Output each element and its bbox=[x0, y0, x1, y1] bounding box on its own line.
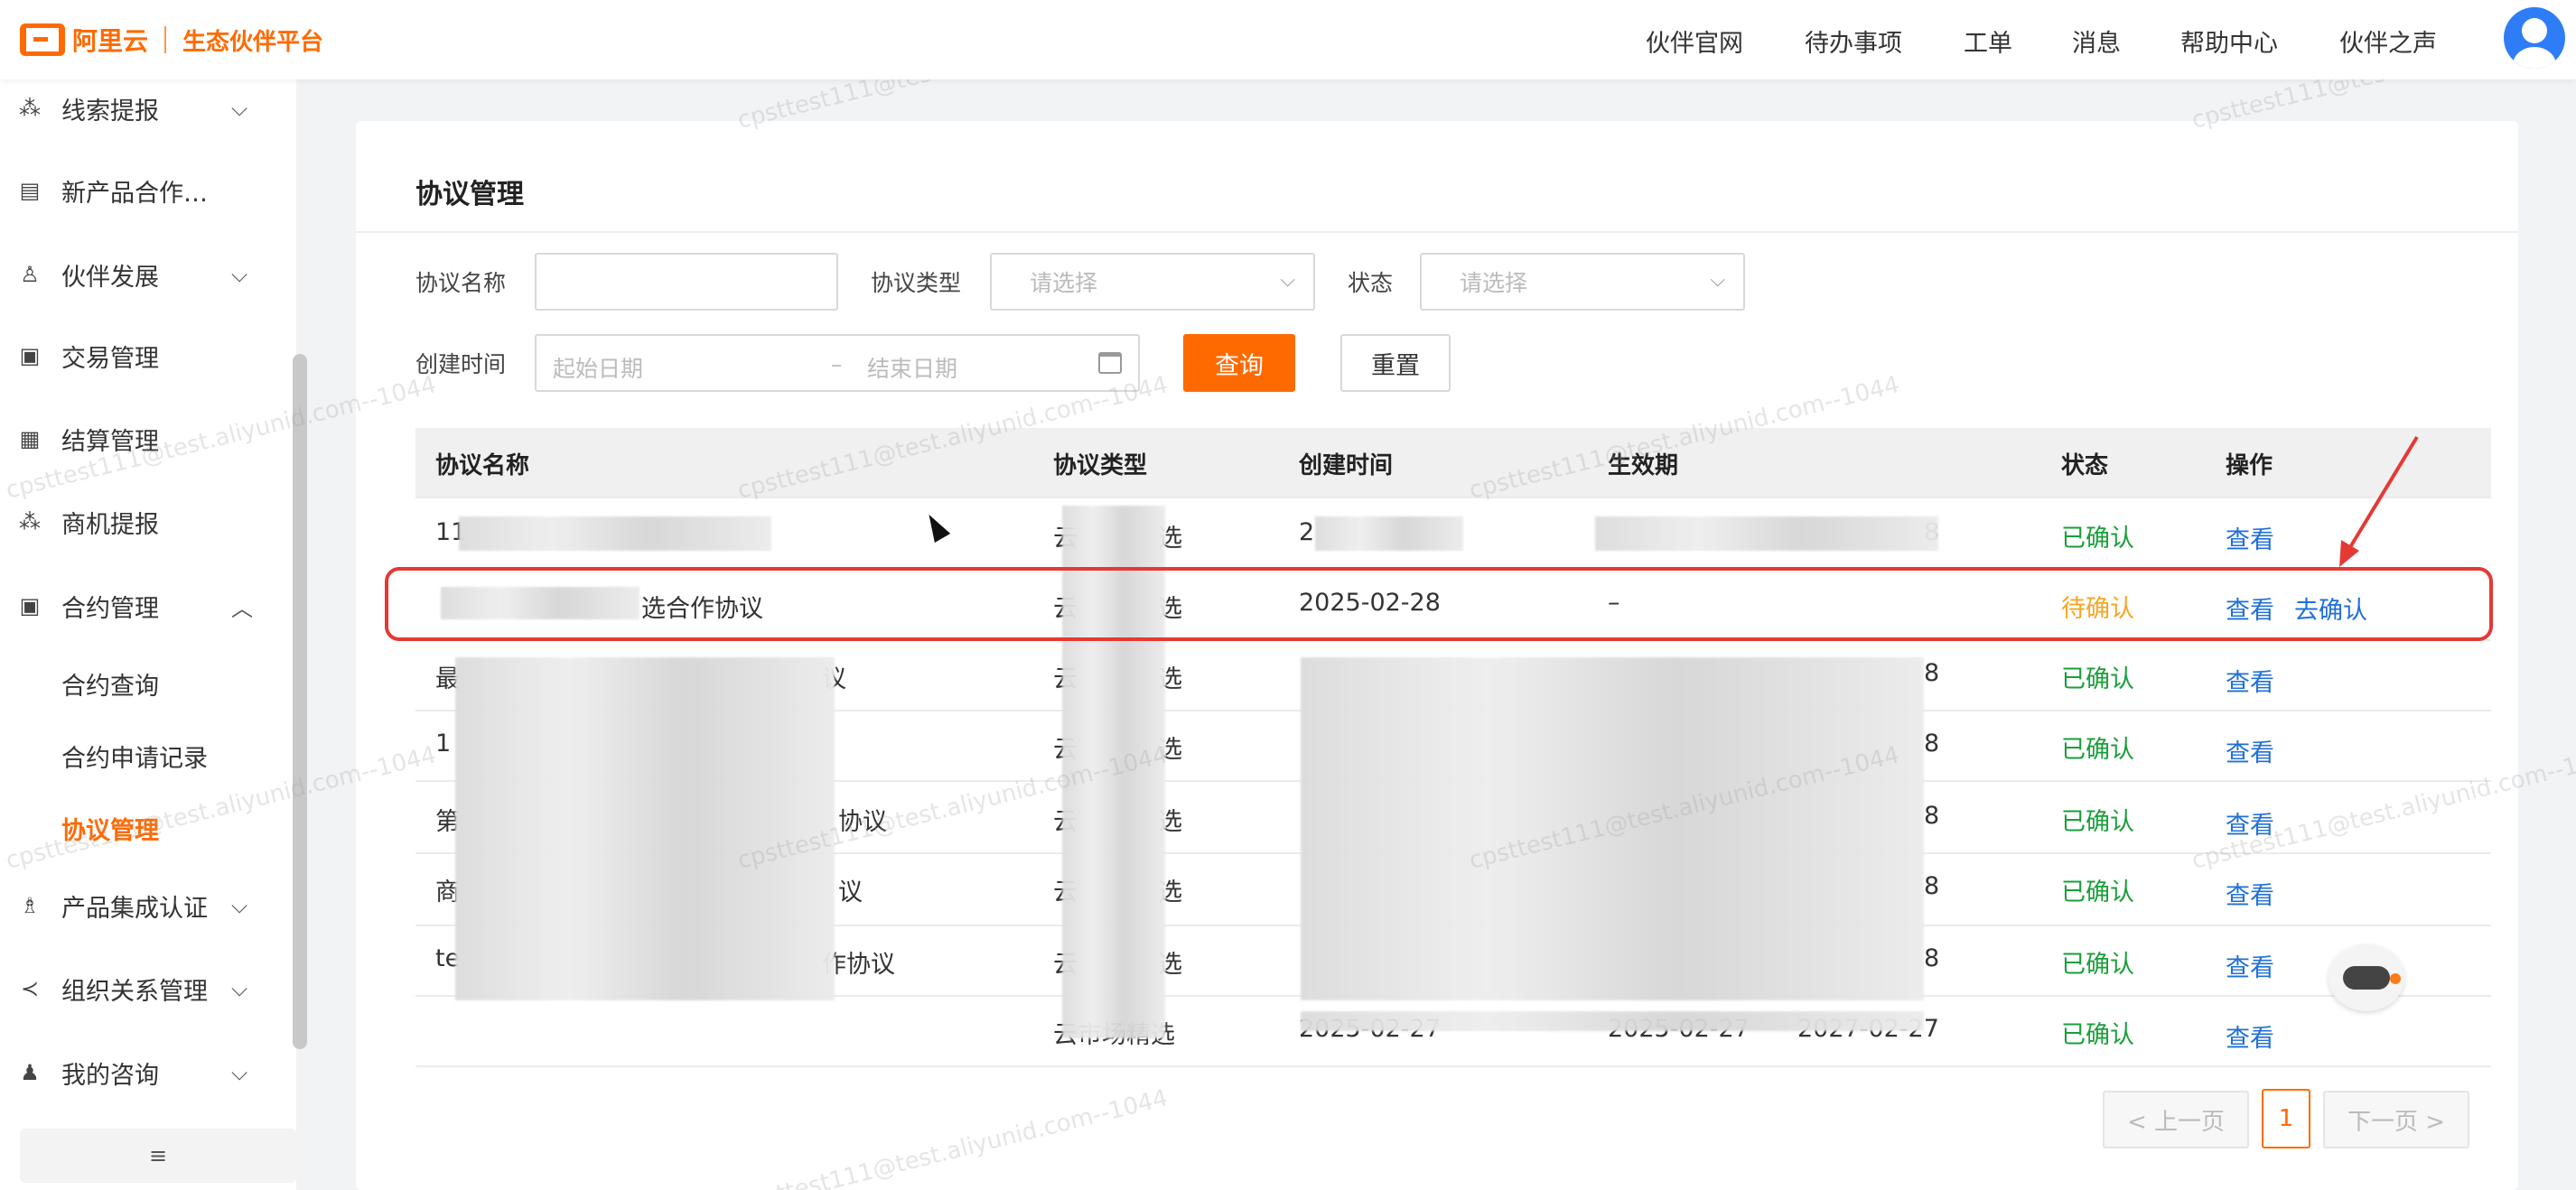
user-avatar[interactable] bbox=[2504, 7, 2565, 69]
prev-page-button[interactable]: < 上一页 bbox=[2103, 1091, 2249, 1148]
annotation-arrow-icon bbox=[2339, 435, 2419, 567]
assistant-robot-icon[interactable] bbox=[2329, 944, 2404, 1011]
page-number-current[interactable]: 1 bbox=[2262, 1089, 2310, 1148]
nav-todo[interactable]: 待办事项 bbox=[1805, 23, 1902, 59]
aliyun-logo-icon bbox=[20, 23, 65, 56]
logo-divider bbox=[164, 26, 167, 53]
platform-name: 生态伙伴平台 bbox=[182, 28, 324, 56]
nav-message[interactable]: 消息 bbox=[2072, 23, 2121, 59]
aliyun-logo[interactable]: 阿里云 生态伙伴平台 bbox=[20, 20, 323, 60]
nav-help-center[interactable]: 帮助中心 bbox=[2180, 23, 2278, 59]
nav-partner-voice[interactable]: 伙伴之声 bbox=[2339, 23, 2437, 59]
next-page-button[interactable]: 下一页 > bbox=[2323, 1091, 2469, 1148]
nav-partner-site[interactable]: 伙伴官网 bbox=[1646, 23, 1743, 59]
logo-text: 阿里云 bbox=[72, 26, 149, 56]
top-navigation-bar: 阿里云 生态伙伴平台 伙伴官网 待办事项 工单 消息 帮助中心 伙伴之声 bbox=[0, 0, 2576, 79]
nav-ticket[interactable]: 工单 bbox=[1964, 23, 2012, 59]
